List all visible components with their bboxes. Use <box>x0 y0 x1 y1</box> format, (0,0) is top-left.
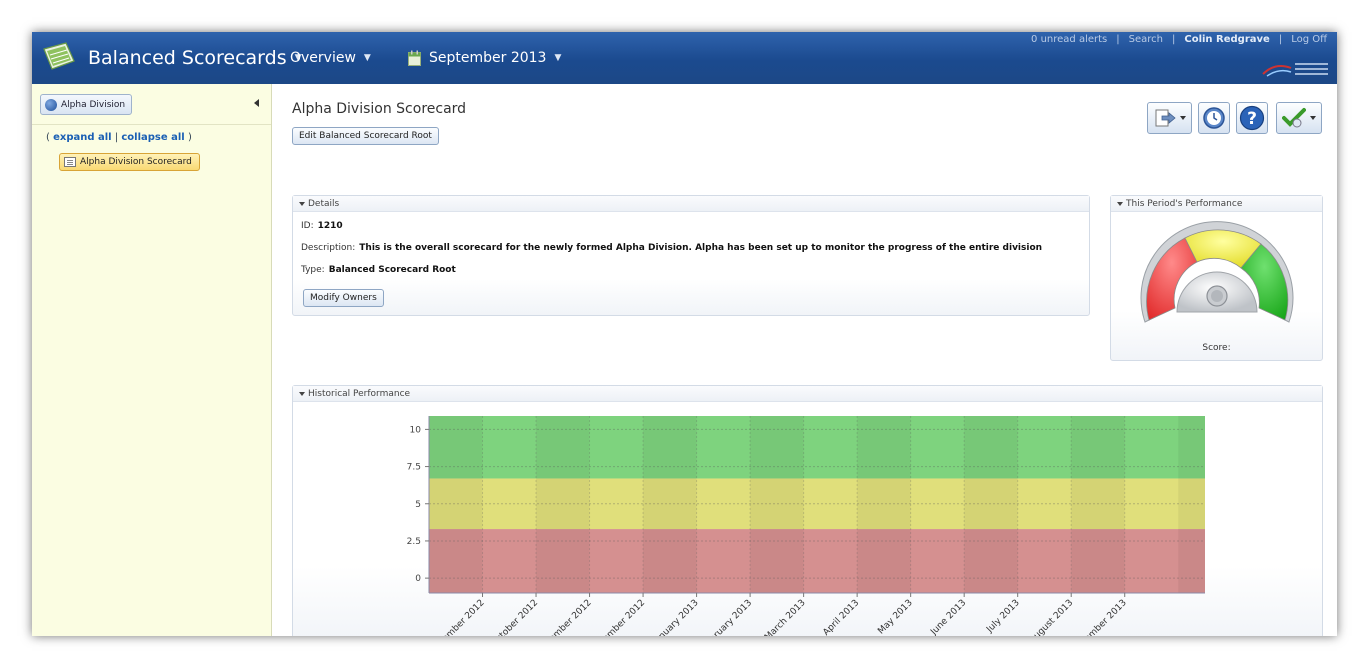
x-tick-label: August 2013 <box>1028 598 1076 636</box>
expand-all-link[interactable]: expand all <box>53 132 112 143</box>
svg-text:?: ? <box>1247 109 1257 129</box>
collapse-all-link[interactable]: collapse all <box>121 132 184 143</box>
overview-menu[interactable]: Overview ▼ <box>290 32 371 84</box>
approve-button[interactable] <box>1276 102 1322 134</box>
id-row: ID: 1210 <box>301 221 343 231</box>
column-stripe <box>857 416 911 593</box>
id-value: 1210 <box>317 221 343 231</box>
description-label: Description: <box>301 243 356 253</box>
y-tick-label: 2.5 <box>407 537 421 547</box>
user-link[interactable]: Colin Redgrave <box>1184 34 1269 45</box>
collapse-triangle-icon <box>299 201 305 206</box>
tree-item-alpha-division-scorecard[interactable]: Alpha Division Scorecard <box>59 153 200 171</box>
x-tick-label: November 2012 <box>535 598 593 636</box>
sidebar-toolbar: Alpha Division <box>32 84 271 125</box>
export-button[interactable] <box>1147 102 1192 134</box>
x-tick-label: December 2012 <box>589 598 647 636</box>
y-tick-label: 0 <box>415 574 421 584</box>
history-icon <box>1203 107 1225 129</box>
y-tick-label: 7.5 <box>407 463 421 473</box>
score-label: Score: <box>1202 343 1231 353</box>
period-selector[interactable]: September 2013 ▼ <box>408 32 561 84</box>
historical-performance-panel: Historical Performance 0 2.5 5 7.5 10 Septemb… <box>292 385 1323 636</box>
type-row: Type: Balanced Scorecard Root <box>301 265 456 275</box>
x-tick-label: April 2013 <box>821 598 861 636</box>
x-tick-label: May 2013 <box>876 598 914 636</box>
score-gauge <box>1140 221 1294 323</box>
paren-close: ) <box>187 132 192 143</box>
column-stripe <box>429 416 483 593</box>
app-title: Balanced Scorecards <box>88 47 287 69</box>
x-tick-label: February 2013 <box>701 598 754 636</box>
link-separator: | <box>1116 34 1120 45</box>
link-separator: | <box>1278 34 1283 45</box>
column-stripe <box>643 416 697 593</box>
id-label: ID: <box>301 221 314 231</box>
column-stripe <box>1178 416 1205 593</box>
chevron-down-icon <box>1179 116 1186 120</box>
globe-icon <box>45 98 57 111</box>
search-link[interactable]: Search <box>1129 34 1163 45</box>
root-selector-button[interactable]: Alpha Division <box>40 94 133 115</box>
modify-owners-button[interactable]: Modify Owners <box>303 289 384 307</box>
chevron-down-icon <box>1310 116 1316 120</box>
app-title-menu[interactable]: Balanced Scorecards ▼ <box>88 32 302 84</box>
logoff-link[interactable]: Log Off <box>1291 34 1327 45</box>
calendar-icon <box>408 50 421 66</box>
type-label: Type: <box>301 265 325 275</box>
export-icon <box>1155 109 1176 127</box>
x-tick-label: January 2013 <box>651 598 701 636</box>
column-stripe <box>1071 416 1125 593</box>
main-content: Alpha Division Scorecard Edit Balanced S… <box>273 84 1337 636</box>
approve-icon <box>1282 108 1306 128</box>
details-panel-header[interactable]: Details <box>293 196 1089 212</box>
history-button[interactable] <box>1198 102 1230 134</box>
help-icon: ? <box>1239 105 1265 131</box>
x-tick-label: July 2013 <box>984 598 1021 635</box>
alerts-link[interactable]: 0 unread alerts <box>1031 34 1107 45</box>
institute-logo-icon <box>1262 63 1328 77</box>
expand-separator: | <box>114 132 119 143</box>
period-label: September 2013 <box>429 50 547 66</box>
details-panel: Details ID: 1210 Description: This is the … <box>292 195 1090 316</box>
link-separator: | <box>1171 34 1176 45</box>
y-tick-label: 5 <box>415 500 421 510</box>
y-tick-label: 10 <box>410 425 422 435</box>
page-title: Alpha Division Scorecard <box>292 101 467 117</box>
chevron-down-icon: ▼ <box>363 53 371 63</box>
edit-root-button[interactable]: Edit Balanced Scorecard Root <box>292 127 439 145</box>
x-tick-label: March 2013 <box>763 598 808 636</box>
help-button[interactable]: ? <box>1236 102 1268 134</box>
overview-label: Overview <box>290 50 356 66</box>
app-window: Balanced Scorecards ▼ Overview ▼ Septemb… <box>32 32 1337 636</box>
root-selector-label: Alpha Division <box>61 99 126 110</box>
top-links: 0 unread alerts | Search | Colin Redgrav… <box>1031 34 1327 45</box>
chevron-down-icon: ▼ <box>554 53 562 63</box>
tree-item-label: Alpha Division Scorecard <box>80 157 192 167</box>
details-header-label: Details <box>308 198 340 209</box>
description-value: This is the overall scorecard for the ne… <box>359 243 1043 253</box>
scorecard-logo-icon[interactable] <box>40 41 78 73</box>
historical-chart: 0 2.5 5 7.5 10 September 2012 October 2012Nove… <box>407 416 1205 636</box>
x-tick-label: October 2012 <box>489 598 540 636</box>
x-tick-label: September 2013 <box>1068 598 1128 636</box>
description-row: Description: This is the overall scorecar… <box>301 243 1042 253</box>
collapse-sidebar-icon[interactable] <box>254 99 259 107</box>
paren-open: ( <box>46 132 50 143</box>
column-stripe <box>964 416 1018 593</box>
column-stripe <box>750 416 804 593</box>
app-header: Balanced Scorecards ▼ Overview ▼ Septemb… <box>32 32 1337 84</box>
type-value: Balanced Scorecard Root <box>328 265 456 275</box>
x-tick-label: September 2012 <box>426 598 486 636</box>
x-tick-label: June 2013 <box>928 598 968 636</box>
expand-collapse-links: ( expand all | collapse all ) <box>46 132 192 143</box>
performance-header-label: This Period's Performance <box>1126 198 1243 209</box>
performance-panel: This Period's Performance Score: <box>1110 195 1323 361</box>
sidebar: Alpha Division ( expand all | collapse a… <box>32 84 272 636</box>
column-stripe <box>536 416 590 593</box>
scorecard-icon <box>64 157 76 167</box>
collapse-triangle-icon <box>1117 201 1123 206</box>
performance-panel-header[interactable]: This Period's Performance <box>1111 196 1322 212</box>
